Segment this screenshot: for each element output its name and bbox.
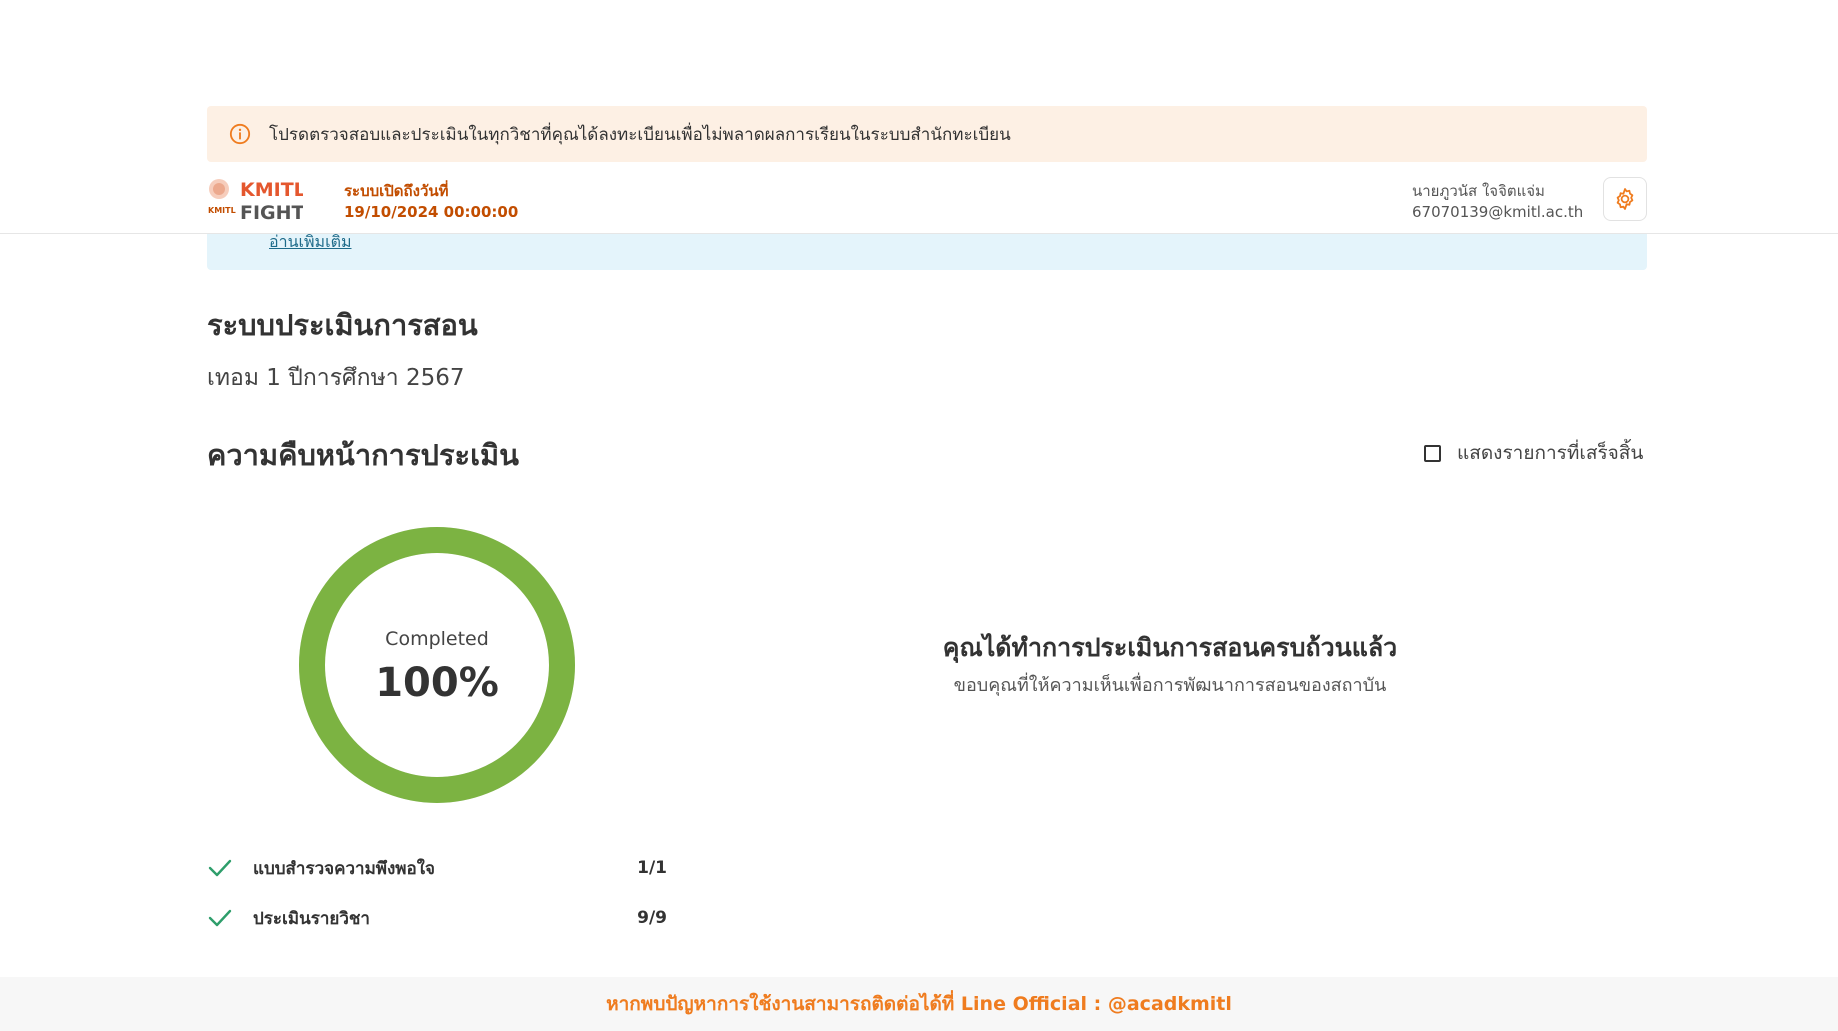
header-bar: KMITL KMITL FIGHT ระบบเปิดถึงวันที่ 19/1… <box>0 163 1838 234</box>
show-completed-label: แสดงรายการที่เสร็จสิ้น <box>1457 442 1644 464</box>
svg-text:KMITL: KMITL <box>240 179 303 201</box>
svg-text:FIGHT: FIGHT <box>240 202 303 223</box>
info-circle-icon <box>229 123 251 145</box>
warning-banner: โปรดตรวจสอบและประเมินในทุกวิชาที่คุณได้ล… <box>207 106 1647 162</box>
kmitl-fight-logo[interactable]: KMITL KMITL FIGHT <box>207 175 303 223</box>
check-icon <box>208 859 232 877</box>
list-item: แบบสำรวจความพึงพอใจ 1/1 <box>207 853 667 883</box>
check-icon <box>208 909 232 927</box>
term-label: เทอม 1 ปีการศึกษา 2567 <box>207 365 465 391</box>
gear-icon <box>1616 188 1634 210</box>
completion-subtitle: ขอบคุณที่ให้ความเห็นเพื่อการพัฒนาการสอนข… <box>953 675 1387 696</box>
svg-text:KMITL: KMITL <box>208 206 236 215</box>
item-count: 1/1 <box>637 858 667 878</box>
item-label: ประเมินรายวิชา <box>253 908 370 929</box>
item-count: 9/9 <box>637 908 667 928</box>
open-until-date: 19/10/2024 00:00:00 <box>344 203 519 221</box>
footer: หากพบปัญหาการใช้งานสามารถติดต่อได้ที่ Li… <box>0 977 1838 1031</box>
open-until-label: ระบบเปิดถึงวันที่ <box>344 182 449 200</box>
footer-contact-text: หากพบปัญหาการใช้งานสามารถติดต่อได้ที่ Li… <box>606 993 1232 1015</box>
completion-title: คุณได้ทำการประเมินการสอนครบถ้วนแล้ว <box>942 633 1398 662</box>
list-item: ประเมินรายวิชา 9/9 <box>207 903 667 933</box>
progress-title: ความคืบหน้าการประเมิน <box>207 438 519 472</box>
user-email: 67070139@kmitl.ac.th <box>1412 203 1584 221</box>
progress-label: Completed <box>385 628 489 650</box>
show-completed-checkbox[interactable] <box>1424 444 1441 462</box>
page-title: ระบบประเมินการสอน <box>207 308 478 342</box>
warning-text: โปรดตรวจสอบและประเมินในทุกวิชาที่คุณได้ล… <box>269 124 1011 145</box>
progress-percent: 100% <box>375 660 499 706</box>
settings-button[interactable] <box>1603 177 1647 221</box>
show-completed-toggle[interactable]: แสดงรายการที่เสร็จสิ้น <box>1424 438 1643 468</box>
user-name: นายภูวนัส ใจจิตแจ่ม <box>1412 182 1545 200</box>
item-label: แบบสำรวจความพึงพอใจ <box>253 858 435 879</box>
